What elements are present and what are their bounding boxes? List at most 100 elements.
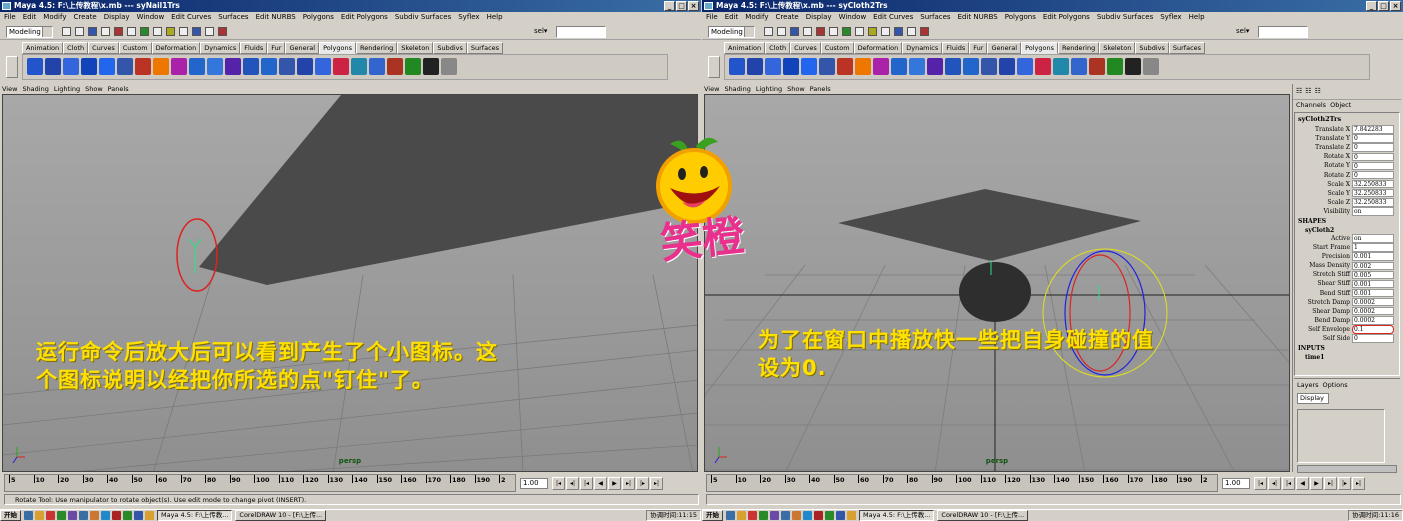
ipr-render-icon[interactable] [907,27,916,36]
start-button[interactable]: 开始 [0,510,21,521]
polygon-tool-icon[interactable] [135,58,151,75]
play-back-button[interactable]: ◀ [594,477,607,490]
channel-value-field[interactable]: 0.001 [1352,288,1394,298]
menu-polygons[interactable]: Polygons [303,12,334,23]
channel-label[interactable]: Active [1295,235,1352,242]
channel-value-field[interactable]: 0 [1352,170,1394,180]
polygon-tool-icon[interactable] [1035,58,1051,75]
shelf-menu-toggle[interactable] [708,56,720,78]
channel-value-field[interactable]: on [1352,207,1394,216]
channel-label[interactable]: Rotate Z [1295,172,1352,179]
channel-value-field[interactable]: 32.250833 [1352,198,1394,207]
menu-file[interactable]: File [4,12,16,23]
tab-animation[interactable]: Animation [22,42,64,54]
polygon-tool-icon[interactable] [999,58,1015,75]
polygon-tool-icon[interactable] [855,58,871,75]
go-end-button[interactable]: ▸| [1352,477,1365,490]
menu-channels[interactable]: Channels [1296,100,1326,110]
menu-edit-curves[interactable]: Edit Curves [873,12,913,23]
channel-value-field[interactable]: 0.001 [1352,252,1394,261]
polygon-tool-icon[interactable] [801,58,817,75]
mode-dropdown[interactable]: Modeling [708,26,755,38]
polygon-tool-icon[interactable] [171,58,187,75]
layer-scrollbar[interactable] [1297,465,1397,473]
tab-fluids[interactable]: Fluids [942,42,970,54]
polygon-tool-icon[interactable] [963,58,979,75]
maximize-button[interactable]: □ [676,1,687,11]
channel-label[interactable]: Self Side [1295,335,1352,342]
render-icon[interactable] [894,27,903,36]
render-icon[interactable] [192,27,201,36]
layout-icon[interactable]: ☷ [1305,87,1311,96]
app-icon[interactable] [759,511,768,520]
selection-field[interactable] [556,26,606,38]
maximize-button[interactable]: □ [1378,1,1389,11]
ipr-render-icon[interactable] [205,27,214,36]
tab-custom[interactable]: Custom [118,42,152,54]
channel-value-field[interactable]: 0.0002 [1352,297,1394,307]
menu-polygons[interactable]: Polygons [1005,12,1036,23]
menu-syflex[interactable]: Syflex [1160,12,1181,23]
snap-grid-icon[interactable] [842,27,851,36]
channel-value-field[interactable]: 32.250833 [1352,179,1394,189]
tab-curves[interactable]: Curves [790,42,821,54]
snap-point-icon[interactable] [868,27,877,36]
select-object-icon[interactable] [114,27,123,36]
polygon-tool-icon[interactable] [891,58,907,75]
close-button[interactable]: × [1390,1,1401,11]
menu-edit-nurbs[interactable]: Edit NURBS [256,12,296,23]
tab-dynamics[interactable]: Dynamics [902,42,943,54]
polygon-tool-icon[interactable] [315,58,331,75]
layout-icon[interactable]: ☷ [1296,87,1302,96]
tab-polygons[interactable]: Polygons [1021,42,1059,54]
snap-curve-icon[interactable] [153,27,162,36]
polygon-tool-icon[interactable] [945,58,961,75]
save-scene-icon[interactable] [88,27,97,36]
select-hierarchy-icon[interactable] [803,27,812,36]
polygon-tool-icon[interactable] [909,58,925,75]
app-icon[interactable] [57,511,66,520]
channel-label[interactable]: Shear Damp [1295,308,1352,315]
channel-label[interactable]: Translate X [1295,126,1352,133]
menu-options[interactable]: Options [1323,381,1348,389]
polygon-tool-icon[interactable] [729,58,745,75]
menu-modify[interactable]: Modify [745,12,768,23]
app-icon[interactable] [68,511,77,520]
channel-value-field[interactable]: 0.001 [1352,279,1394,289]
menu-subdiv-surfaces[interactable]: Subdiv Surfaces [395,12,451,23]
start-button[interactable]: 开始 [702,510,723,521]
polygon-tool-icon[interactable] [225,58,241,75]
go-start-button[interactable]: |◂ [552,477,565,490]
tab-fluids[interactable]: Fluids [240,42,268,54]
go-start-button[interactable]: |◂ [1254,477,1267,490]
mode-dropdown[interactable]: Modeling [6,26,53,38]
step-forward-button[interactable]: ▸| [1324,477,1337,490]
app-icon[interactable] [781,511,790,520]
step-back-key-button[interactable]: ◂| [566,477,579,490]
ie-icon[interactable] [24,511,33,520]
tab-custom[interactable]: Custom [820,42,854,54]
time-slider[interactable]: 5 10 20 30 40 50 60 70 80 90 100 110 120 130 140 150 160… [4,474,516,492]
minimize-button[interactable]: _ [664,1,675,11]
cloth-plane[interactable] [838,189,1141,261]
channel-value-field[interactable]: 0 [1352,161,1394,171]
polygon-tool-icon[interactable] [1143,58,1159,75]
tab-surfaces[interactable]: Surfaces [466,42,504,54]
history-icon[interactable] [179,27,188,36]
menu-edit[interactable]: Edit [23,12,37,23]
menu-edit-nurbs[interactable]: Edit NURBS [958,12,998,23]
channel-value-field[interactable]: 0.005 [1352,270,1394,280]
channel-label[interactable]: Bend Damp [1295,317,1352,324]
viewport-menu-lighting[interactable]: Lighting [756,84,782,94]
viewport-menu-show[interactable]: Show [787,84,805,94]
polygon-tool-icon[interactable] [747,58,763,75]
tab-animation[interactable]: Animation [724,42,766,54]
task-maya[interactable]: Maya 4.5: F:\上传教... [157,510,233,521]
menu-create[interactable]: Create [775,12,798,23]
viewport-menu-lighting[interactable]: Lighting [54,84,80,94]
polygon-tool-icon[interactable] [981,58,997,75]
app-icon[interactable] [748,511,757,520]
render-globals-icon[interactable] [920,27,929,36]
snap-point-icon[interactable] [166,27,175,36]
app-icon[interactable] [112,511,121,520]
